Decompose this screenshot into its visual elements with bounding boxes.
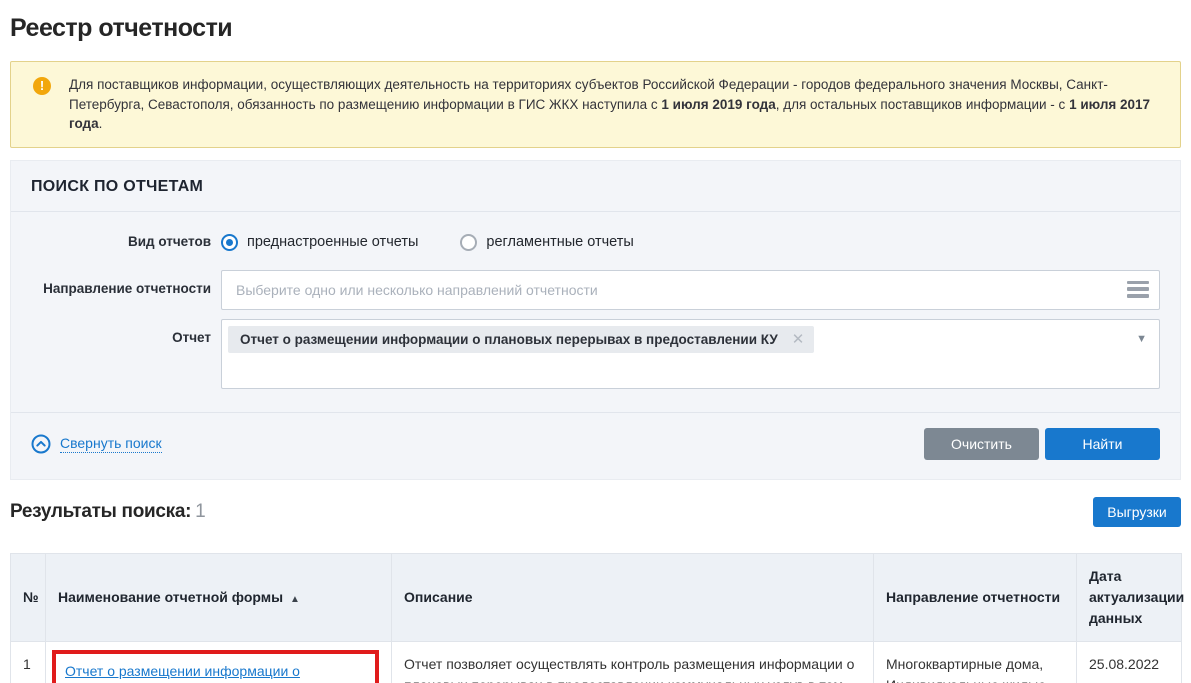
row-updated-cell: 25.08.2022	[1077, 641, 1182, 683]
direction-input[interactable]	[221, 270, 1160, 310]
chevron-up-circle-icon	[31, 434, 51, 454]
results-bar: Результаты поиска:1 Выгрузки	[10, 497, 1181, 527]
search-panel-footer: Свернуть поиск Очистить Найти	[11, 412, 1180, 479]
notice-bold-date-1: 1 июля 2019 года	[661, 97, 775, 112]
notice-text: Для поставщиков информации, осуществляющ…	[69, 77, 1150, 131]
radio-preconfigured-label: преднастроенные отчеты	[247, 234, 418, 250]
radio-checked-icon[interactable]	[221, 234, 238, 251]
column-header-description: Описание	[392, 553, 874, 641]
annotation-highlight-box: Отчет о размещении информации о плановых…	[52, 650, 379, 683]
report-label: Отчет	[11, 319, 221, 345]
row-number-cell: 1	[11, 641, 46, 683]
page-title: Реестр отчетности	[10, 14, 1181, 43]
results-count: 1	[195, 501, 205, 522]
menu-icon[interactable]	[1127, 281, 1149, 298]
column-header-updated: Дата актуализации данных	[1077, 553, 1182, 641]
notice-banner: ! Для поставщиков информации, осуществля…	[10, 61, 1181, 148]
radio-regulated-label: регламентные отчеты	[486, 234, 633, 250]
table-row: 1 Отчет о размещении информации о планов…	[11, 641, 1182, 683]
row-name-cell: Отчет о размещении информации о плановых…	[46, 641, 392, 683]
results-table: № Наименование отчетной формы▲ Описание …	[10, 553, 1182, 683]
report-type-radio-group: преднастроенные отчеты регламентные отче…	[221, 232, 1160, 251]
row-direction-cell: Многоквартирные дома, Индивидуальные жил…	[874, 641, 1077, 683]
results-title: Результаты поиска:1	[10, 501, 205, 523]
collapse-search-label: Свернуть поиск	[60, 435, 162, 453]
search-form: Вид отчетов преднастроенные отчеты регла…	[11, 212, 1180, 412]
report-multiselect[interactable]: Отчет о размещении информации о плановых…	[221, 319, 1160, 389]
table-header-row: № Наименование отчетной формы▲ Описание …	[11, 553, 1182, 641]
radio-unchecked-icon[interactable]	[460, 234, 477, 251]
column-header-number: №	[11, 553, 46, 641]
clear-button[interactable]: Очистить	[924, 428, 1039, 460]
direction-label: Направление отчетности	[11, 270, 221, 296]
collapse-search-link[interactable]: Свернуть поиск	[31, 434, 162, 454]
exports-button[interactable]: Выгрузки	[1093, 497, 1181, 527]
row-description-cell: Отчет позволяет осуществлять контроль ра…	[392, 641, 874, 683]
report-tag-text: Отчет о размещении информации о плановых…	[240, 332, 778, 347]
chevron-down-icon[interactable]: ▼	[1136, 333, 1147, 345]
column-header-report-name[interactable]: Наименование отчетной формы▲	[46, 553, 392, 641]
radio-regulated-reports[interactable]: регламентные отчеты	[460, 234, 633, 251]
warning-icon: !	[33, 77, 51, 95]
report-link[interactable]: Отчет о размещении информации о плановых…	[65, 663, 346, 683]
report-type-label: Вид отчетов	[11, 234, 221, 249]
radio-preconfigured-reports[interactable]: преднастроенные отчеты	[221, 234, 418, 251]
search-panel: ПОИСК ПО ОТЧЕТАМ Вид отчетов преднастрое…	[10, 160, 1181, 480]
find-button[interactable]: Найти	[1045, 428, 1160, 460]
sort-asc-icon[interactable]: ▲	[290, 594, 300, 605]
report-selected-tag: Отчет о размещении информации о плановых…	[228, 326, 814, 353]
tag-remove-icon[interactable]: ✕	[792, 332, 805, 347]
search-panel-title: ПОИСК ПО ОТЧЕТАМ	[11, 161, 1180, 212]
column-header-direction: Направление отчетности	[874, 553, 1077, 641]
